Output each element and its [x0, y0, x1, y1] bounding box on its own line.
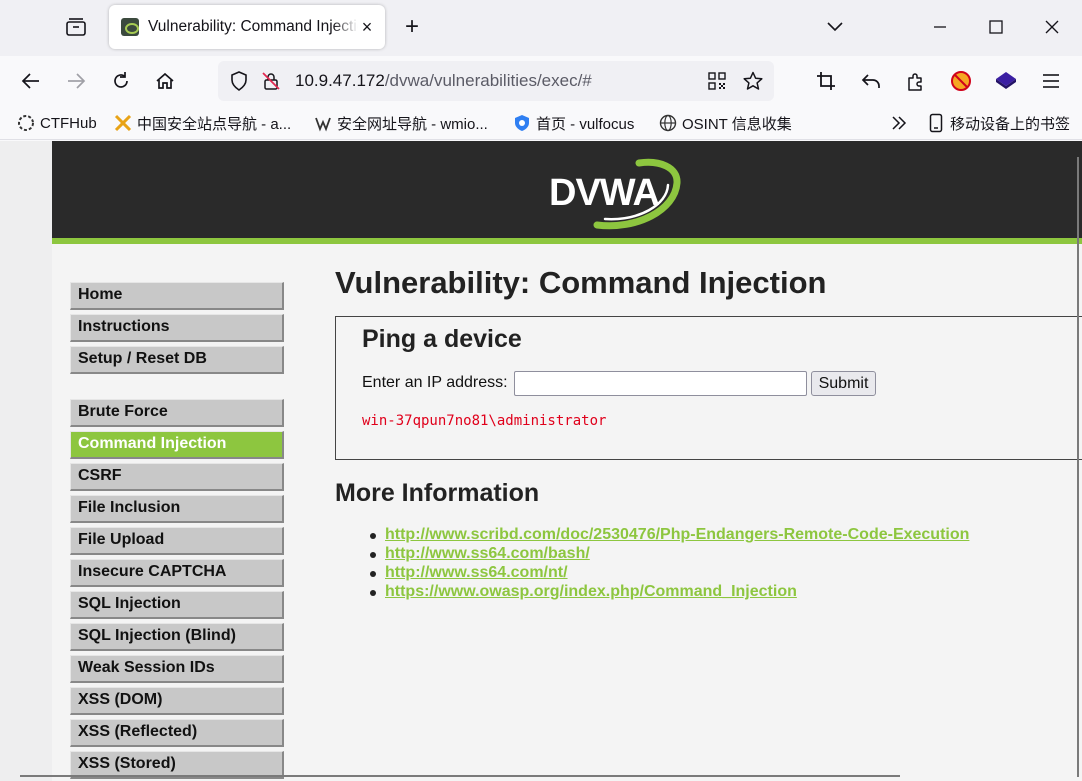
- active-tab[interactable]: Vulnerability: Command Injection ×: [109, 5, 385, 49]
- tab-bar: Vulnerability: Command Injection × +: [0, 0, 1082, 56]
- ip-address-input[interactable]: [514, 371, 807, 396]
- screenshot-crop-icon[interactable]: [811, 66, 841, 96]
- home-icon[interactable]: [150, 66, 180, 96]
- maximize-icon[interactable]: [981, 13, 1011, 41]
- mobile-device-icon: [927, 113, 945, 133]
- page-title: Vulnerability: Command Injection: [335, 265, 827, 300]
- tab-title: Vulnerability: Command Injection: [148, 18, 358, 35]
- wmio-icon: [314, 114, 332, 132]
- bookmark-label: 中国安全站点导航 - a...: [137, 115, 292, 133]
- bookmark-wmio[interactable]: 安全网址导航 - wmio...: [314, 112, 488, 134]
- bookmark-star-icon[interactable]: [738, 66, 768, 96]
- page-viewport: DVWA Home Instructions Setup / Reset DB …: [0, 141, 1082, 781]
- bookmark-china-security-nav[interactable]: 中国安全站点导航 - a...: [114, 112, 291, 134]
- menu-item-file-upload[interactable]: File Upload: [70, 527, 284, 555]
- vertical-scrollbar[interactable]: [1077, 157, 1079, 777]
- tracking-protection-shield-icon[interactable]: [224, 66, 254, 96]
- minimize-icon[interactable]: [925, 13, 955, 41]
- insecure-lock-icon[interactable]: [256, 66, 286, 96]
- menu-item-brute-force[interactable]: Brute Force: [70, 399, 284, 427]
- tab-close-icon[interactable]: ×: [357, 17, 377, 37]
- submit-button[interactable]: Submit: [811, 371, 876, 396]
- more-information-heading: More Information: [335, 479, 540, 507]
- url-text[interactable]: 10.9.47.172/dvwa/vulnerabilities/exec/#: [295, 71, 592, 91]
- undo-arrow-icon[interactable]: [856, 66, 886, 96]
- vulfocus-shield-icon: [513, 114, 531, 132]
- ping-form-box: Ping a device Enter an IP address: Submi…: [335, 316, 1082, 460]
- dvwa-logo[interactable]: DVWA: [547, 155, 687, 235]
- link-owasp[interactable]: https://www.owasp.org/index.php/Command_…: [385, 583, 797, 600]
- qr-code-icon[interactable]: [702, 66, 732, 96]
- back-arrow-icon[interactable]: [16, 66, 46, 96]
- bookmark-label: CTFHub: [40, 114, 97, 132]
- new-tab-button[interactable]: +: [398, 13, 426, 41]
- link-ss64-nt[interactable]: http://www.ss64.com/nt/: [385, 564, 568, 581]
- list-item: https://www.owasp.org/index.php/Command_…: [369, 583, 969, 602]
- menu-item-setup-reset-db[interactable]: Setup / Reset DB: [70, 346, 284, 374]
- bookmark-osint[interactable]: OSINT 信息收集: [659, 112, 792, 134]
- bookmark-label: 安全网址导航 - wmio...: [337, 115, 488, 133]
- menu-item-xss-dom[interactable]: XSS (DOM): [70, 687, 284, 715]
- menu-item-home[interactable]: Home: [70, 282, 284, 310]
- bookmark-label: OSINT 信息收集: [682, 115, 792, 133]
- globe-icon: [659, 114, 677, 132]
- reload-icon[interactable]: [106, 66, 136, 96]
- menu-item-xss-reflected[interactable]: XSS (Reflected): [70, 719, 284, 747]
- horizontal-scrollbar[interactable]: [20, 775, 900, 777]
- dvwa-favicon-icon: [121, 18, 139, 36]
- ctfhub-icon: [17, 114, 35, 132]
- menu-item-sql-injection[interactable]: SQL Injection: [70, 591, 284, 619]
- bookmark-label: 首页 - vulfocus: [536, 115, 635, 133]
- list-item: http://www.ss64.com/nt/: [369, 564, 969, 583]
- bookmark-ctfhub[interactable]: CTFHub: [17, 112, 97, 134]
- menu-item-file-inclusion[interactable]: File Inclusion: [70, 495, 284, 523]
- menu-item-instructions[interactable]: Instructions: [70, 314, 284, 342]
- command-output: win-37qpun7no81\administrator: [362, 413, 607, 429]
- forward-arrow-icon[interactable]: [61, 66, 91, 96]
- blocked-extension-icon[interactable]: [946, 66, 976, 96]
- close-window-icon[interactable]: [1037, 13, 1067, 41]
- svg-text:DVWA: DVWA: [549, 172, 660, 214]
- list-item: http://www.scribd.com/doc/2530476/Php-En…: [369, 526, 969, 545]
- menu-item-csrf[interactable]: CSRF: [70, 463, 284, 491]
- url-path: /dvwa/vulnerabilities/exec/#: [384, 71, 592, 90]
- dvwa-header: DVWA: [52, 141, 1082, 244]
- more-information-links: http://www.scribd.com/doc/2530476/Php-En…: [369, 526, 969, 602]
- form-title: Ping a device: [362, 325, 522, 353]
- bookmarks-overflow-chevron-icon[interactable]: [890, 112, 908, 134]
- menu-item-command-injection[interactable]: Command Injection: [70, 431, 284, 459]
- url-host: 10.9.47.172: [295, 71, 385, 90]
- layers-extension-icon[interactable]: [991, 66, 1021, 96]
- menu-item-weak-session-ids[interactable]: Weak Session IDs: [70, 655, 284, 683]
- menu-hamburger-icon[interactable]: [1036, 66, 1066, 96]
- nav-bar: 10.9.47.172/dvwa/vulnerabilities/exec/#: [0, 56, 1082, 106]
- bookmarks-toolbar: CTFHub 中国安全站点导航 - a... 安全网址导航 - wmio... …: [0, 106, 1082, 140]
- link-ss64-bash[interactable]: http://www.ss64.com/bash/: [385, 545, 590, 562]
- ip-address-label: Enter an IP address:: [362, 374, 508, 391]
- bookmark-vulfocus[interactable]: 首页 - vulfocus: [513, 112, 634, 134]
- tab-list-icon[interactable]: [60, 13, 92, 41]
- menu-item-sql-injection-blind[interactable]: SQL Injection (Blind): [70, 623, 284, 651]
- mobile-bookmarks[interactable]: 移动设备上的书签: [927, 112, 1070, 134]
- mobile-bookmarks-label: 移动设备上的书签: [950, 115, 1071, 133]
- dvwa-page: DVWA Home Instructions Setup / Reset DB …: [52, 141, 1082, 781]
- menu-item-insecure-captcha[interactable]: Insecure CAPTCHA: [70, 559, 284, 587]
- address-bar[interactable]: 10.9.47.172/dvwa/vulnerabilities/exec/#: [218, 61, 774, 101]
- tab-overflow-chevron-icon[interactable]: [820, 13, 850, 41]
- crossed-swords-icon: [114, 114, 132, 132]
- extensions-puzzle-icon[interactable]: [901, 66, 931, 96]
- list-item: http://www.ss64.com/bash/: [369, 545, 969, 564]
- link-scribd[interactable]: http://www.scribd.com/doc/2530476/Php-En…: [385, 526, 969, 543]
